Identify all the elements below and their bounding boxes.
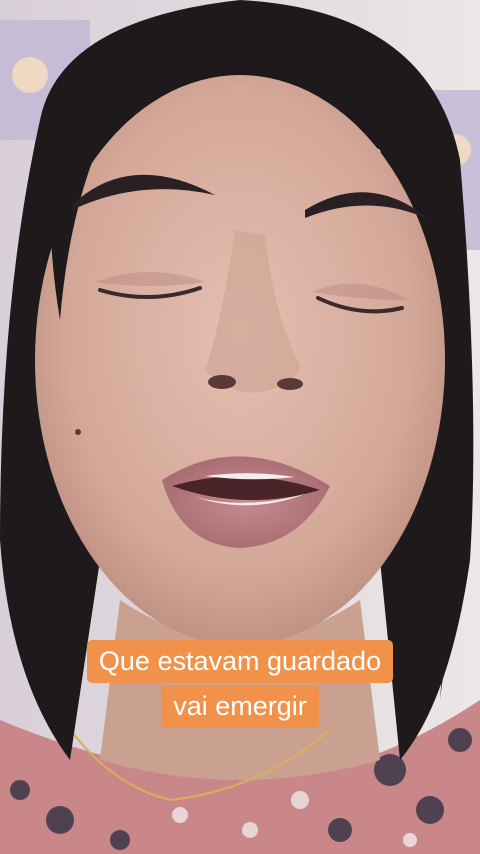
left-nostril xyxy=(208,375,236,389)
caption-line-2: vai emergir xyxy=(161,685,319,728)
face-mole xyxy=(75,429,81,435)
right-nostril xyxy=(277,378,303,390)
wallpaper-figure-left xyxy=(12,57,48,93)
caption-line-1: Que estavam guardado xyxy=(86,640,394,683)
caption: Que estavam guardado vai emergir xyxy=(0,640,480,728)
